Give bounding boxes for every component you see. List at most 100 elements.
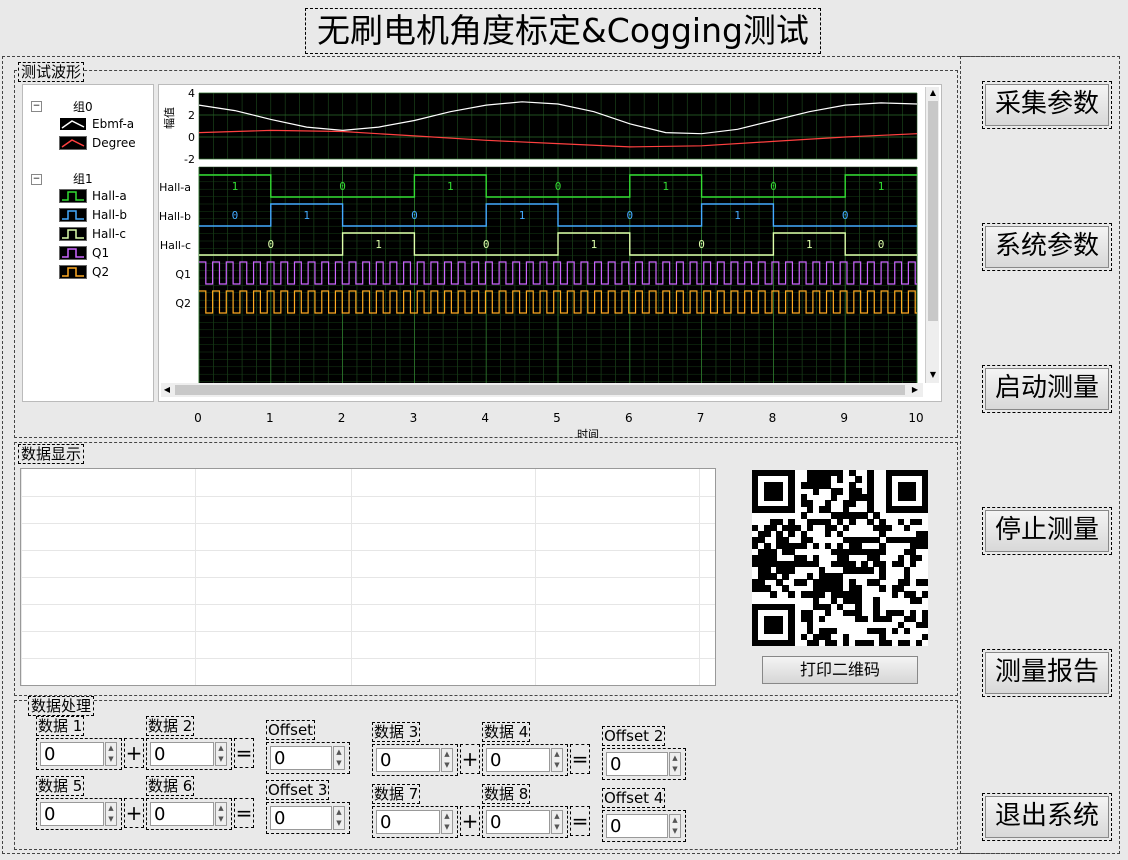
operand-a-label: 数据 5 bbox=[36, 776, 85, 796]
operand-a-input-2-value[interactable]: 0 bbox=[376, 748, 440, 772]
table-row-divider bbox=[21, 496, 715, 497]
x-axis: 0 1 2 3 4 5 6 7 8 9 10 时间 bbox=[194, 411, 923, 438]
operand-a-input-3[interactable]: 0 ▲ ▼ bbox=[372, 806, 458, 838]
stepper-arrows-icon[interactable]: ▲ ▼ bbox=[669, 814, 681, 838]
operand-a-input-1[interactable]: 0 ▲ ▼ bbox=[36, 798, 122, 830]
offset-input-2-value[interactable]: 0 bbox=[606, 752, 668, 776]
stepper-arrows-icon[interactable]: ▲ ▼ bbox=[333, 806, 345, 830]
data-table[interactable] bbox=[20, 468, 716, 686]
operand-b-label: 数据 8 bbox=[482, 784, 531, 804]
bit-label: 0 bbox=[698, 238, 705, 251]
legend-item-ebmf-a[interactable]: Ebmf-a bbox=[59, 116, 134, 132]
operand-b-input-1-value[interactable]: 0 bbox=[150, 802, 214, 826]
x-tick-label: 0 bbox=[194, 411, 202, 425]
operand-b-label: 数据 4 bbox=[482, 722, 531, 742]
x-tick-label: 3 bbox=[410, 411, 418, 425]
offset-label: Offset 4 bbox=[602, 788, 666, 808]
scroll-thumb[interactable] bbox=[928, 101, 938, 321]
bit-label: 0 bbox=[878, 238, 885, 251]
bit-label: 1 bbox=[447, 180, 454, 193]
operand-b-input-1[interactable]: 0 ▲ ▼ bbox=[146, 798, 232, 830]
scroll-down-arrow-icon[interactable]: ▼ bbox=[927, 369, 939, 381]
stepper-arrows-icon[interactable]: ▲ ▼ bbox=[441, 810, 453, 834]
scroll-left-arrow-icon[interactable]: ◀ bbox=[161, 383, 173, 397]
offset-input-3-value[interactable]: 0 bbox=[606, 814, 668, 838]
trace-label-hall-b: Hall-b bbox=[159, 210, 191, 223]
legend-label: Degree bbox=[92, 136, 136, 150]
stepper-arrows-icon[interactable]: ▲ ▼ bbox=[669, 752, 681, 776]
plus-sign: + bbox=[460, 744, 480, 774]
operand-b-input-3[interactable]: 0 ▲ ▼ bbox=[482, 806, 568, 838]
legend-group-1: 组1 bbox=[73, 172, 93, 186]
stepper-arrows-icon[interactable]: ▲ ▼ bbox=[105, 742, 117, 766]
operand-b-label: 数据 2 bbox=[146, 716, 195, 736]
x-tick-label: 10 bbox=[908, 411, 923, 425]
stepper-arrows-icon[interactable]: ▲ ▼ bbox=[333, 746, 345, 770]
operand-a-input-0[interactable]: 0 ▲ ▼ bbox=[36, 738, 122, 770]
legend-item-hall-c[interactable]: Hall-c bbox=[59, 226, 126, 242]
bit-label: 1 bbox=[662, 180, 669, 193]
table-row-divider bbox=[21, 631, 715, 632]
legend-label: Hall-a bbox=[92, 189, 127, 203]
offset-input-3[interactable]: 0 ▲ ▼ bbox=[602, 810, 686, 842]
system-params-button[interactable]: 系统参数 bbox=[982, 223, 1112, 271]
plus-sign: + bbox=[124, 738, 144, 768]
x-tick-label: 4 bbox=[481, 411, 489, 425]
y-tick-label: 0 bbox=[188, 131, 195, 144]
scroll-right-arrow-icon[interactable]: ▶ bbox=[909, 383, 921, 397]
legend-item-hall-b[interactable]: Hall-b bbox=[59, 207, 127, 223]
print-qr-button[interactable]: 打印二维码 bbox=[762, 656, 918, 684]
scroll-thumb[interactable] bbox=[175, 385, 905, 395]
stop-measure-button[interactable]: 停止测量 bbox=[982, 507, 1112, 555]
exit-system-button[interactable]: 退出系统 bbox=[982, 793, 1112, 841]
offset-input-0[interactable]: 0 ▲ ▼ bbox=[266, 742, 350, 774]
plus-sign: + bbox=[124, 798, 144, 828]
offset-input-1[interactable]: 0 ▲ ▼ bbox=[266, 802, 350, 834]
waveform-plot[interactable]: 4 2 0 -2 幅值 Hall-a 1 0 1 0 1 0 1 Hall-b 0 1 0 1 0 1 0 Hall-c 0… bbox=[158, 84, 942, 402]
horizontal-scrollbar[interactable]: ◀ ▶ bbox=[161, 383, 923, 397]
operand-b-input-0-value[interactable]: 0 bbox=[150, 742, 214, 766]
vertical-scrollbar[interactable]: ▲ ▼ bbox=[925, 87, 939, 383]
start-measure-button[interactable]: 启动测量 bbox=[982, 365, 1112, 413]
operand-a-input-1-value[interactable]: 0 bbox=[40, 802, 104, 826]
collapse-icon[interactable]: − bbox=[31, 101, 42, 112]
collect-params-button[interactable]: 采集参数 bbox=[982, 81, 1112, 129]
stepper-arrows-icon[interactable]: ▲ ▼ bbox=[551, 748, 563, 772]
offset-input-1-value[interactable]: 0 bbox=[270, 806, 332, 830]
operand-a-input-0-value[interactable]: 0 bbox=[40, 742, 104, 766]
operand-b-input-0[interactable]: 0 ▲ ▼ bbox=[146, 738, 232, 770]
x-tick-label: 2 bbox=[338, 411, 346, 425]
stepper-arrows-icon[interactable]: ▲ ▼ bbox=[105, 802, 117, 826]
trace-label-hall-c: Hall-c bbox=[160, 239, 191, 252]
stepper-arrows-icon[interactable]: ▲ ▼ bbox=[215, 802, 227, 826]
operand-a-input-2[interactable]: 0 ▲ ▼ bbox=[372, 744, 458, 776]
measure-report-button[interactable]: 测量报告 bbox=[982, 649, 1112, 697]
scroll-up-arrow-icon[interactable]: ▲ bbox=[927, 87, 939, 99]
legend-item-q2[interactable]: Q2 bbox=[59, 264, 109, 280]
equals-sign: = bbox=[234, 738, 254, 768]
legend-item-hall-a[interactable]: Hall-a bbox=[59, 188, 127, 204]
plot-legend: − 组0 Ebmf-a Degree − 组1 Hall-a Hall-b Ha… bbox=[22, 84, 154, 402]
operand-b-input-3-value[interactable]: 0 bbox=[486, 810, 550, 834]
legend-item-degree[interactable]: Degree bbox=[59, 135, 136, 151]
operand-a-input-3-value[interactable]: 0 bbox=[376, 810, 440, 834]
offset-input-0-value[interactable]: 0 bbox=[270, 746, 332, 770]
bit-label: 1 bbox=[375, 238, 382, 251]
x-axis-label: 时间 bbox=[577, 428, 599, 438]
stepper-arrows-icon[interactable]: ▲ ▼ bbox=[551, 810, 563, 834]
offset-input-2[interactable]: 0 ▲ ▼ bbox=[602, 748, 686, 780]
bit-label: 1 bbox=[734, 209, 741, 222]
stepper-arrows-icon[interactable]: ▲ ▼ bbox=[441, 748, 453, 772]
operand-b-input-2[interactable]: 0 ▲ ▼ bbox=[482, 744, 568, 776]
x-tick-label: 9 bbox=[840, 411, 848, 425]
stepper-arrows-icon[interactable]: ▲ ▼ bbox=[215, 742, 227, 766]
operand-b-input-2-value[interactable]: 0 bbox=[486, 748, 550, 772]
bit-label: 0 bbox=[626, 209, 633, 222]
collapse-icon[interactable]: − bbox=[31, 174, 42, 185]
trace-label-q1: Q1 bbox=[175, 268, 191, 281]
data-processing-section-label: 数据处理 bbox=[28, 696, 95, 716]
trace-label-q2: Q2 bbox=[175, 297, 191, 310]
y-axis-label: 幅值 bbox=[163, 107, 176, 129]
legend-item-q1[interactable]: Q1 bbox=[59, 245, 109, 261]
bit-label: 0 bbox=[267, 238, 274, 251]
